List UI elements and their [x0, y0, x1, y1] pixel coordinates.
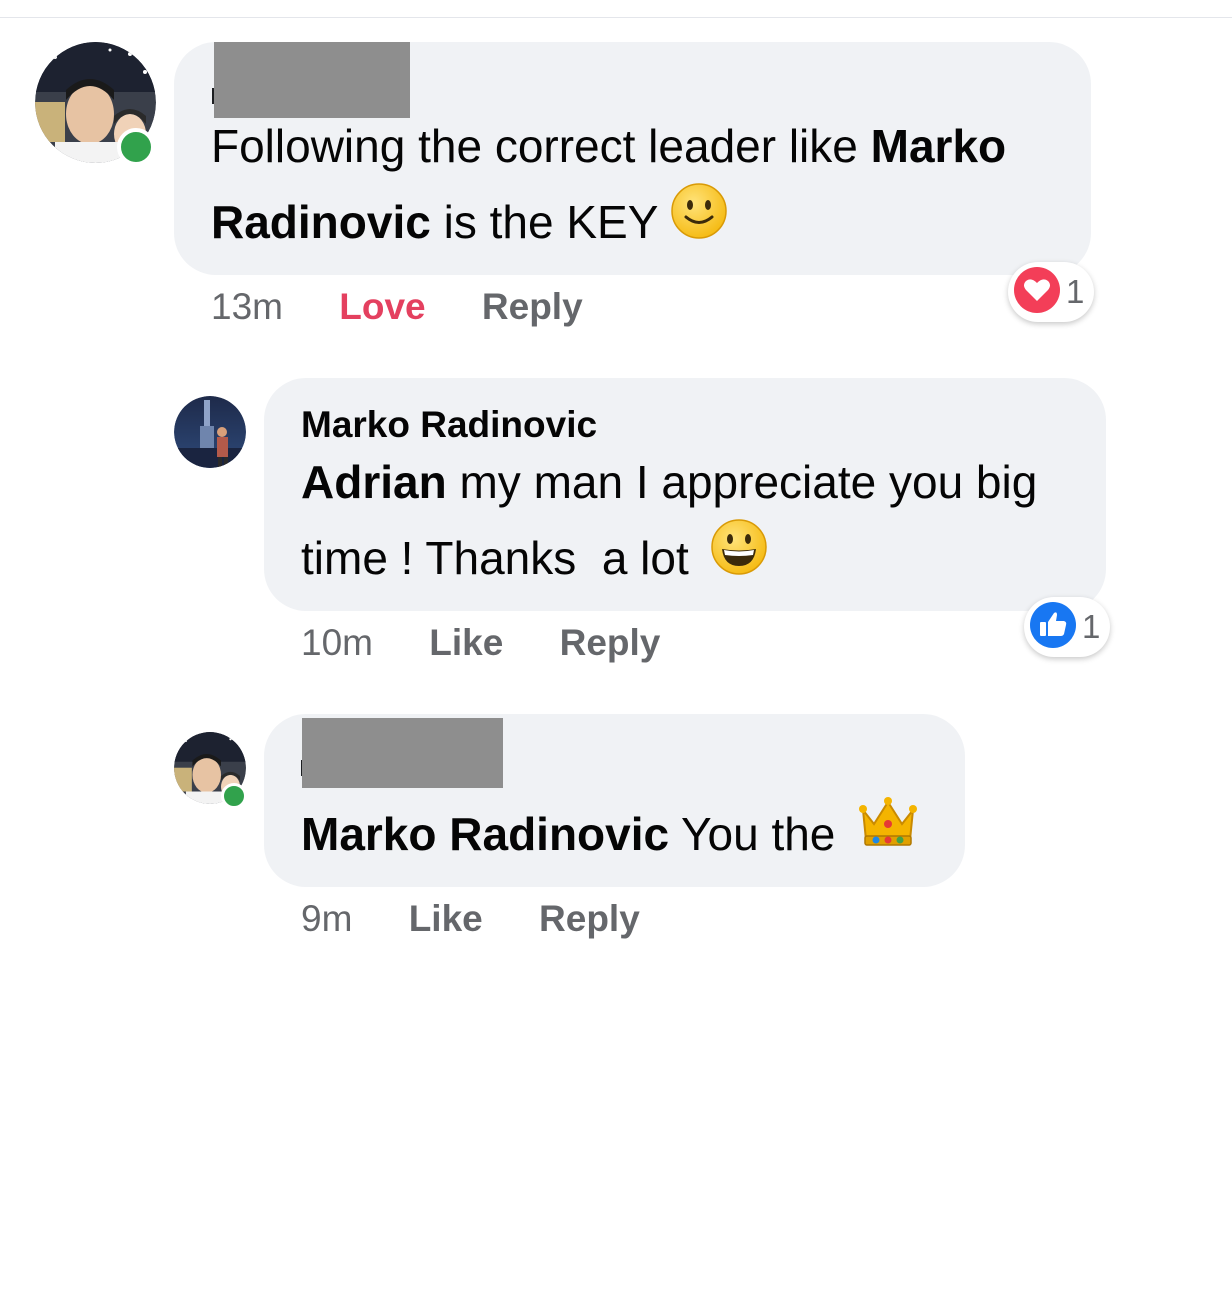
reaction-count: 1 [1066, 273, 1085, 310]
timestamp[interactable]: 9m [301, 898, 352, 939]
online-status-indicator [117, 128, 155, 166]
like-button[interactable]: Like [429, 622, 503, 663]
comment-text-line-1: Adrian my man I appreciate you big [301, 444, 1037, 520]
grinning-face-icon [710, 518, 768, 598]
like-button[interactable]: Like [409, 898, 483, 939]
comment-actions: 9m Like Reply [301, 898, 640, 940]
reaction-summary[interactable]: 1 [1008, 262, 1095, 322]
mention-link[interactable]: Adrian [301, 456, 447, 508]
comment-text-line-1: Following the correct leader like Marko [211, 108, 1006, 184]
reply-button[interactable]: Reply [482, 286, 583, 327]
like-reaction-icon [1028, 600, 1078, 655]
comment-text: my man I appreciate you big [446, 456, 1038, 508]
redacted-author-name [214, 42, 410, 118]
comment-text-line-2: Radinovic is the KEY [211, 182, 728, 266]
comment-text: Following the correct leader like [211, 120, 871, 172]
reaction-summary[interactable]: 1 [1024, 597, 1111, 657]
comment-text-line-2: time ! Thanks a lot [301, 518, 768, 602]
mention-link[interactable]: Marko [871, 120, 1006, 172]
commenter-avatar[interactable] [174, 396, 246, 468]
mention-link[interactable]: Marko Radinovic [301, 808, 669, 860]
reply-button[interactable]: Reply [539, 898, 640, 939]
comment-bubble[interactable]: Marko Radinovic Adrian my man I apprecia… [264, 378, 1106, 611]
slightly-smiling-face-icon [670, 182, 728, 262]
comment-bubble[interactable]: Following the correct leader like Marko … [174, 42, 1091, 275]
comment-text: time ! Thanks a lot [301, 532, 689, 584]
reply-button[interactable]: Reply [560, 622, 661, 663]
comment-actions: 13m Love Reply [211, 286, 583, 328]
avatar-photo [174, 396, 246, 468]
top-divider [0, 17, 1232, 18]
redacted-author-name [302, 718, 503, 788]
love-button[interactable]: Love [339, 286, 425, 327]
comment-actions: 10m Like Reply [301, 622, 660, 664]
timestamp[interactable]: 13m [211, 286, 283, 327]
comment-bubble[interactable]: Marko Radinovic You the [264, 714, 965, 887]
author-name[interactable]: Marko Radinovic [301, 404, 597, 446]
online-status-indicator [221, 783, 247, 809]
crown-icon [858, 796, 918, 872]
comment-text-line-1: Marko Radinovic You the [301, 796, 918, 876]
reaction-count: 1 [1082, 608, 1101, 645]
comment-text: You the [669, 808, 836, 860]
commenter-avatar[interactable] [35, 42, 156, 166]
heart-reaction-icon [1012, 265, 1062, 320]
timestamp[interactable]: 10m [301, 622, 373, 663]
commenter-avatar[interactable] [174, 732, 247, 809]
mention-link[interactable]: Radinovic [211, 196, 431, 248]
comment-text: is the KEY [430, 196, 658, 248]
